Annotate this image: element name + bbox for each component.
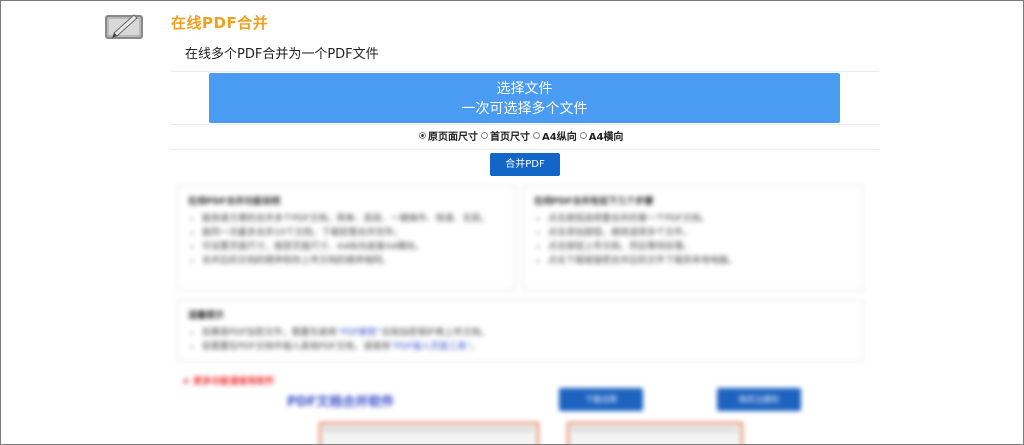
notes-card-title: 温馨提示 (188, 311, 225, 321)
radio-button[interactable] (533, 132, 540, 139)
download-trial-button[interactable]: 下载试用 (559, 388, 643, 411)
list-item: 点击添加按钮，继续选择多个文件。 (548, 227, 853, 239)
notes-card: 温馨提示 如果是PDF加密文件，需要先使用“PDF解密”去除加密保护再上传文档。… (177, 299, 864, 362)
feature-card: 在线PDF合并功能说明 能快速方便的合并多个PDF文档，简单、高效、一键操作、快… (177, 185, 516, 291)
list-item: 点击按钮上传文档，然后等待处理。 (548, 241, 853, 253)
list-item: 点击按钮选择要合并的第一个PDF文档。 (548, 213, 853, 225)
page-frame: 在线PDF合并 在线多个PDF合并为一个PDF文件 选择文件 一次可选择多个文件… (0, 0, 1024, 445)
page-title: 在线PDF合并 (171, 14, 269, 32)
radio-button[interactable] (481, 132, 488, 139)
list-item: 如需要在PDF文档中插入其他PDF文档，请使用“PDF插入页面工具”。 (202, 341, 853, 353)
option-a4-landscape[interactable]: A4横向 (579, 128, 623, 143)
list-item: 可设置页面尺寸，按原页面尺寸、A4纵向或者A4横向。 (202, 241, 505, 253)
divider (171, 124, 879, 125)
radio-button[interactable] (579, 132, 587, 139)
radio-button[interactable] (419, 132, 426, 139)
list-item: 能快速方便的合并多个PDF文档，简单、高效、一键操作、快速、无损。 (202, 213, 505, 225)
buy-license-button[interactable]: 购买注册码 (717, 388, 801, 411)
option-original-size[interactable]: 原页面尺寸 (419, 128, 478, 143)
software-screenshot (567, 422, 743, 444)
promo-software-name: PDF文档合并软件 (287, 395, 395, 410)
pdf-decrypt-link[interactable]: “PDF解密” (337, 328, 382, 338)
divider (171, 71, 879, 72)
list-item: 点击下载链接把合并后的文件下载到本地电脑。 (548, 255, 853, 267)
page-size-options: 原页面尺寸 首页尺寸 A4纵向 A4横向 (419, 128, 623, 143)
merge-pdf-button[interactable]: 合并PDF (490, 153, 560, 176)
list-item: 能同一次最多合并10个文档，下载前需合并完毕。 (202, 227, 505, 239)
choose-file-label: 选择文件 (496, 81, 553, 97)
option-a4-portrait[interactable]: A4纵向 (533, 128, 577, 143)
pen-and-paper-icon (105, 14, 143, 39)
pdf-insert-link[interactable]: “PDF插入页面工具” (390, 342, 471, 352)
steps-card-title: 在线PDF合并有如下几个步骤 (534, 197, 654, 207)
choose-file-hint: 一次可选择多个文件 (461, 101, 588, 117)
choose-file-button[interactable]: 选择文件 一次可选择多个文件 (209, 73, 840, 123)
option-first-page-size[interactable]: 首页尺寸 (481, 128, 530, 143)
promo-heading: ★ 更多功能请使用软件 (182, 377, 275, 387)
list-item: 合并后的文档的顺序和你上传文档的顺序相同。 (202, 255, 505, 267)
page-subtitle: 在线多个PDF合并为一个PDF文件 (185, 47, 379, 62)
software-screenshot (319, 422, 539, 444)
steps-card: 在线PDF合并有如下几个步骤 点击按钮选择要合并的第一个PDF文档。 点击添加按… (523, 185, 864, 291)
list-item: 如果是PDF加密文件，需要先使用“PDF解密”去除加密保护再上传文档。 (202, 327, 853, 339)
feature-card-title: 在线PDF合并功能说明 (188, 197, 281, 207)
divider (171, 149, 879, 150)
